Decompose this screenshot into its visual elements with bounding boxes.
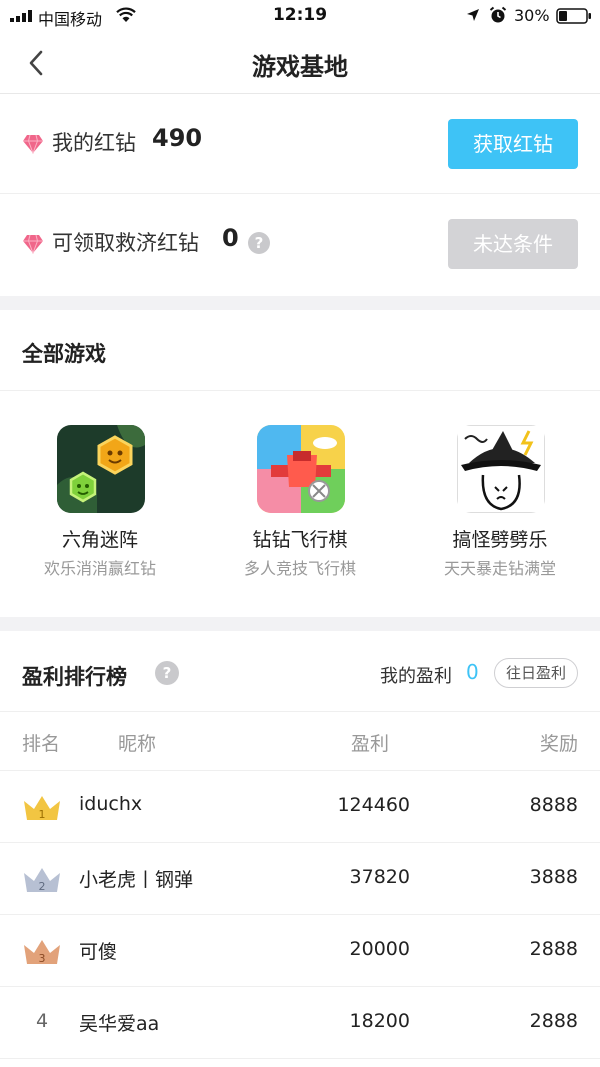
- plane-game-icon: [257, 425, 345, 513]
- profit-value: 37820: [349, 866, 410, 888]
- column-header-nickname: 昵称: [118, 733, 157, 755]
- alarm-icon: [489, 6, 507, 23]
- nickname: 可傻: [79, 941, 118, 963]
- silver-crown-icon: 2: [24, 868, 60, 893]
- divider: [0, 390, 600, 391]
- nickname: 吴华爱aa: [79, 1013, 160, 1035]
- battery-percent: 30%: [514, 6, 550, 25]
- all-games-section: 全部游戏 六角迷阵 欢乐消消赢红钻 钻钻飞行棋 多人竞技飞行棋 搞怪劈劈乐 天天…: [0, 310, 600, 617]
- past-profit-button[interactable]: 往日盈利: [494, 658, 578, 688]
- get-red-diamond-button[interactable]: 获取红钻: [448, 119, 578, 169]
- divider: [0, 711, 600, 712]
- relief-diamond-label: 可领取救济红钻: [52, 231, 199, 255]
- section-title: 全部游戏: [22, 342, 106, 366]
- svg-text:2: 2: [39, 880, 46, 893]
- column-header-rank: 排名: [22, 733, 61, 755]
- column-header-reward: 奖励: [539, 733, 578, 755]
- nickname: iduchx: [79, 793, 143, 815]
- leaderboard-title: 盈利排行榜: [22, 665, 127, 689]
- battery-icon: [556, 8, 591, 24]
- red-diamond-value: 490: [152, 124, 203, 152]
- game-description: 欢乐消消赢红钻: [43, 559, 156, 578]
- reward-value: 3888: [529, 866, 578, 888]
- profit-value: 20000: [349, 938, 410, 960]
- my-profit-label: 我的盈利: [380, 666, 452, 687]
- relief-diamond-value: 0: [222, 224, 239, 252]
- game-name: 六角迷阵: [61, 529, 138, 551]
- red-diamond-label: 我的红钻: [52, 131, 136, 155]
- svg-text:1: 1: [39, 808, 46, 821]
- help-icon[interactable]: ?: [248, 232, 270, 254]
- red-diamond-icon: [23, 134, 43, 154]
- help-icon[interactable]: ?: [155, 661, 179, 685]
- relief-diamond-row: 可领取救济红钻 0 ? 未达条件: [0, 194, 600, 294]
- game-description: 天天暴走钻满堂: [443, 559, 556, 578]
- nickname: 小老虎丨钢弹: [79, 869, 194, 891]
- leaderboard-row[interactable]: 2 小老虎丨钢弹 37820 3888: [0, 843, 600, 915]
- leaderboard-row[interactable]: 1 iduchx 124460 8888: [0, 771, 600, 843]
- profit-value: 18200: [349, 1010, 410, 1032]
- bronze-crown-icon: 3: [24, 940, 60, 965]
- red-diamond-icon: [23, 234, 43, 254]
- profit-leaderboard: 盈利排行榜 ? 我的盈利 0 往日盈利 排名 昵称 盈利 奖励 1 iduchx…: [0, 631, 600, 1067]
- reward-value: 2888: [529, 1010, 578, 1032]
- condition-not-met-button[interactable]: 未达条件: [448, 219, 578, 269]
- wizard-game-icon: [457, 425, 545, 513]
- reward-value: 2888: [529, 938, 578, 960]
- game-name: 钻钻飞行棋: [252, 529, 348, 551]
- status-time: 12:19: [272, 5, 328, 25]
- column-header-profit: 盈利: [350, 733, 389, 755]
- wallet-section: 我的红钻 490 获取红钻 可领取救济红钻 0 ? 未达条件: [0, 94, 600, 296]
- profit-value: 124460: [337, 794, 410, 816]
- svg-text:3: 3: [39, 952, 46, 965]
- rank-number: 4: [35, 1010, 49, 1032]
- page-title: 游戏基地: [252, 53, 348, 81]
- navigation-bar: 游戏基地: [0, 32, 600, 94]
- hexagon-game-icon: [57, 425, 145, 513]
- red-diamond-row: 我的红钻 490 获取红钻: [0, 94, 600, 194]
- signal-icon: [10, 10, 32, 22]
- reward-value: 8888: [529, 794, 578, 816]
- carrier-name: 中国移动: [38, 10, 103, 29]
- game-description: 多人竞技飞行棋: [243, 559, 356, 578]
- wifi-icon: [116, 7, 136, 22]
- game-name: 搞怪劈劈乐: [452, 529, 548, 551]
- leaderboard-row[interactable]: 4 吴华爱aa 18200 2888: [0, 987, 600, 1059]
- leaderboard-row[interactable]: 3 可傻 20000 2888: [0, 915, 600, 987]
- status-bar: 中国移动 12:19 30%: [0, 0, 600, 32]
- my-profit-value: 0: [466, 660, 479, 684]
- gold-crown-icon: 1: [24, 796, 60, 821]
- location-icon: [467, 9, 479, 21]
- chevron-left-icon[interactable]: [20, 46, 54, 80]
